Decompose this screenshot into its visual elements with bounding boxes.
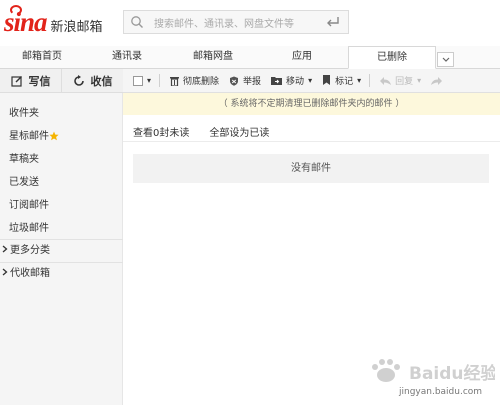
folder-subscriptions[interactable]: 订阅邮件 xyxy=(0,194,123,217)
empty-state: 没有邮件 xyxy=(133,154,489,183)
folder-spam[interactable]: 垃圾邮件 xyxy=(0,217,123,240)
forward-icon xyxy=(431,76,443,85)
main-tabs: 邮箱首页 通讯录 邮箱网盘 应用 已删除 xyxy=(0,46,500,69)
chevron-down-icon: ▾ xyxy=(417,76,422,85)
compose-button[interactable]: 写信 xyxy=(0,69,61,92)
tab-contacts[interactable]: 通讯录 xyxy=(84,46,170,68)
tab-netdisk[interactable]: 邮箱网盘 xyxy=(170,46,256,68)
reply-dropdown[interactable]: 回复 ▾ xyxy=(380,74,421,87)
folder-list: 收件夹 星标邮件 草稿夹 已发送 订阅邮件 垃圾邮件 xyxy=(0,102,123,240)
folder-drafts[interactable]: 草稿夹 xyxy=(0,148,123,171)
chevron-down-icon: ▾ xyxy=(357,76,362,85)
toolbar-divider xyxy=(369,74,371,87)
header: sina 新浪邮箱 搜索邮件、通讯录、网盘文件等 xyxy=(0,0,500,46)
chevron-down-icon: ▾ xyxy=(147,76,152,85)
reply-icon xyxy=(380,76,392,85)
folder-label: 垃圾邮件 xyxy=(9,223,49,234)
logo-eye-icon xyxy=(10,4,22,15)
folder-label: 收件夹 xyxy=(9,108,39,119)
logo-wordmark: sina xyxy=(4,4,48,37)
toolbar-divider xyxy=(159,74,161,87)
report-button[interactable]: 举报 xyxy=(229,74,261,87)
chevron-right-icon xyxy=(2,263,10,285)
more-categories-toggle[interactable]: 更多分类 xyxy=(0,239,123,261)
view-unread-link[interactable]: 查看0封未读 xyxy=(133,124,189,139)
mark-dropdown[interactable]: 标记 ▾ xyxy=(322,74,361,87)
pencil-box-icon xyxy=(10,75,22,87)
search-box[interactable]: 搜索邮件、通讯录、网盘文件等 xyxy=(123,10,349,34)
move-dropdown[interactable]: 移动 ▾ xyxy=(271,74,312,87)
deletion-notice: （ 系统将不定期清理已删除邮件夹内的邮件 ） xyxy=(123,93,500,115)
delete-permanently-button[interactable]: 彻底删除 xyxy=(170,74,219,87)
mail-toolbar: ▾ 彻底删除 举报 移动 ▾ 标记 ▾ 回复 ▾ xyxy=(123,69,500,93)
shield-icon xyxy=(230,76,239,86)
proxy-mailbox-toggle[interactable]: 代收邮箱 xyxy=(0,262,123,284)
compose-bar: 写信 收信 xyxy=(0,69,123,93)
search-icon xyxy=(131,16,143,28)
tab-deleted[interactable]: 已删除 xyxy=(348,46,436,69)
folder-starred[interactable]: 星标邮件 xyxy=(0,125,123,148)
enter-icon[interactable] xyxy=(326,16,340,28)
tabs-more-button[interactable] xyxy=(437,52,454,67)
delete-label: 彻底删除 xyxy=(183,77,220,87)
folder-inbox[interactable]: 收件夹 xyxy=(0,102,123,125)
select-all-dropdown[interactable]: ▾ xyxy=(133,75,152,86)
compose-label: 写信 xyxy=(28,74,51,88)
chevron-down-icon: ▾ xyxy=(308,76,313,85)
group-label: 代收邮箱 xyxy=(10,268,50,279)
select-all-checkbox[interactable] xyxy=(133,75,143,86)
mark-label: 标记 xyxy=(335,77,354,87)
folder-label: 草稿夹 xyxy=(9,154,39,165)
folder-icon xyxy=(271,77,283,85)
tab-apps[interactable]: 应用 xyxy=(256,46,348,68)
folder-label: 已发送 xyxy=(9,177,39,188)
receive-button[interactable]: 收信 xyxy=(61,69,123,92)
watermark-text: Baidu经验 xyxy=(409,363,495,384)
tab-home[interactable]: 邮箱首页 xyxy=(0,46,84,68)
read-actions: 查看0封未读 全部设为已读 xyxy=(133,124,269,139)
divider xyxy=(123,141,500,142)
search-input[interactable]: 搜索邮件、通讯录、网盘文件等 xyxy=(154,15,326,30)
folder-label: 订阅邮件 xyxy=(9,200,49,211)
move-label: 移动 xyxy=(286,77,305,87)
refresh-icon xyxy=(73,74,84,86)
star-icon xyxy=(49,131,59,141)
forward-button[interactable] xyxy=(431,76,443,85)
folder-sent[interactable]: 已发送 xyxy=(0,171,123,194)
mark-all-read-link[interactable]: 全部设为已读 xyxy=(209,124,269,139)
product-name: 新浪邮箱 xyxy=(50,19,103,35)
trash-icon xyxy=(170,76,180,86)
tag-icon xyxy=(323,75,331,85)
reply-label: 回复 xyxy=(395,77,414,87)
chevron-down-icon xyxy=(442,57,449,62)
chevron-right-icon xyxy=(2,240,10,262)
folder-label: 星标邮件 xyxy=(9,131,49,142)
watermark-url: jingyan.baidu.com xyxy=(399,387,483,397)
sina-logo[interactable]: sina 新浪邮箱 xyxy=(4,4,103,37)
group-label: 更多分类 xyxy=(10,245,50,256)
receive-label: 收信 xyxy=(90,74,113,88)
report-label: 举报 xyxy=(243,77,262,87)
